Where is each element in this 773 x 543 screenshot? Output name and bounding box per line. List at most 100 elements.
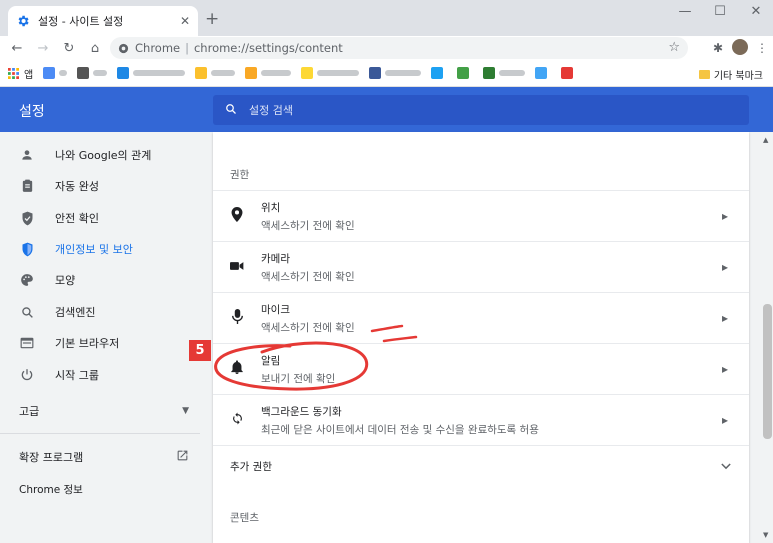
- chevron-right-icon: ▸: [721, 413, 729, 427]
- divider: [0, 433, 200, 434]
- bookmark-item[interactable]: [369, 67, 422, 79]
- settings-search-input[interactable]: 설정 검색: [213, 95, 749, 125]
- tab-settings[interactable]: 설정 - 사이트 설정 ✕: [8, 6, 198, 36]
- bookmarks-bar: 앱 기타 북마크: [0, 60, 773, 87]
- sidebar-advanced-label: 고급: [19, 405, 40, 418]
- bookmark-item[interactable]: [245, 67, 292, 79]
- permission-row-camera[interactable]: 카메라 액세스하기 전에 확인 ▸: [213, 241, 749, 292]
- caret-down-icon: ▼: [182, 406, 189, 416]
- external-link-icon: [176, 449, 189, 465]
- browser-icon: [19, 335, 35, 351]
- forward-arrow-icon[interactable]: →: [30, 41, 56, 56]
- power-icon: [19, 367, 35, 383]
- bookmark-other-folder[interactable]: 기타 북마크: [698, 67, 763, 82]
- chevron-right-icon: ▸: [721, 311, 729, 325]
- row-subtitle: 액세스하기 전에 확인: [261, 270, 355, 283]
- permissions-section-title: 권한: [230, 169, 250, 181]
- chevron-down-icon: [721, 460, 731, 473]
- bookmark-item[interactable]: [195, 67, 236, 79]
- extensions-puzzle-icon[interactable]: ✱: [707, 41, 729, 55]
- search-icon: [19, 304, 35, 320]
- bookmark-apps[interactable]: 앱: [8, 66, 33, 81]
- menu-kebab-icon[interactable]: ⋮: [751, 41, 773, 55]
- sidebar-item-label: 검색엔진: [55, 306, 96, 319]
- sidebar-item-about-chrome[interactable]: Chrome 정보: [19, 479, 83, 499]
- bookmark-item[interactable]: [43, 67, 68, 79]
- site-label: Chrome: [135, 41, 181, 55]
- bookmark-item[interactable]: [535, 67, 551, 79]
- sidebar-item-you-and-google[interactable]: 나와 Google의 관계: [19, 145, 151, 165]
- row-title: 마이크: [261, 303, 290, 316]
- folder-icon: [698, 70, 710, 79]
- sidebar-about-label: Chrome 정보: [19, 483, 83, 496]
- sidebar-item-privacy-security[interactable]: 개인정보 및 보안: [19, 239, 133, 259]
- reload-icon[interactable]: ↻: [56, 41, 82, 56]
- url-text[interactable]: chrome://settings/content: [194, 41, 343, 55]
- bookmark-item[interactable]: [77, 67, 108, 79]
- settings-gear-icon: [18, 15, 29, 27]
- sidebar-advanced-toggle[interactable]: 고급 ▼: [19, 401, 189, 421]
- location-icon: [213, 206, 261, 226]
- row-subtitle: 액세스하기 전에 확인: [261, 219, 355, 232]
- sync-icon: [213, 412, 261, 429]
- more-permissions-toggle[interactable]: 추가 권한: [213, 445, 749, 487]
- sidebar-item-label: 개인정보 및 보안: [55, 243, 133, 256]
- settings-header: 설정 설정 검색: [0, 87, 773, 132]
- permission-row-location[interactable]: 위치 액세스하기 전에 확인 ▸: [213, 190, 749, 241]
- scrollbar-thumb[interactable]: [763, 304, 772, 439]
- permission-row-background-sync[interactable]: 백그라운드 동기화최근에 닫은 사이트에서 데이터 전송 및 수신을 완료하도록…: [213, 394, 749, 445]
- sidebar-item-label: 시작 그룹: [55, 369, 99, 382]
- person-icon: [19, 147, 35, 163]
- sidebar-item-search-engine[interactable]: 검색엔진: [19, 302, 95, 322]
- tab-close-icon[interactable]: ✕: [180, 14, 190, 28]
- scroll-down-arrow-icon[interactable]: ▼: [763, 531, 768, 539]
- bookmark-item[interactable]: [457, 67, 473, 79]
- permission-row-notifications[interactable]: 알림 보내기 전에 확인 ▸: [213, 343, 749, 394]
- sidebar: 나와 Google의 관계 자동 완성 안전 확인 개인정보 및 보안 모양 검…: [0, 132, 200, 543]
- search-placeholder: 설정 검색: [249, 104, 293, 117]
- sidebar-extensions-label: 확장 프로그램: [19, 451, 84, 464]
- maximize-button[interactable]: ☐: [700, 4, 740, 19]
- sidebar-item-label: 모양: [55, 274, 76, 287]
- sidebar-item-appearance[interactable]: 모양: [19, 270, 75, 290]
- sidebar-item-label: 안전 확인: [55, 212, 99, 225]
- step-number-badge: 5: [189, 340, 211, 361]
- bookmark-item[interactable]: [561, 67, 577, 79]
- profile-avatar[interactable]: [729, 38, 751, 58]
- bookmark-apps-label: 앱: [24, 69, 34, 81]
- row-title: 위치: [261, 201, 281, 214]
- content-section-title: 콘텐츠: [230, 512, 259, 524]
- shield-check-icon: [19, 210, 35, 226]
- scroll-up-arrow-icon[interactable]: ▲: [763, 136, 768, 144]
- window-close-button[interactable]: ✕: [736, 4, 773, 19]
- sidebar-item-label: 기본 브라우저: [55, 337, 120, 350]
- back-arrow-icon[interactable]: ←: [4, 41, 30, 56]
- browser-toolbar: ← → ↻ ⌂ Chrome | chrome://settings/conte…: [0, 36, 773, 60]
- url-separator: |: [185, 41, 189, 55]
- row-subtitle: 최근에 닫은 사이트에서 데이터 전송 및 수신을 완료하도록 허용: [261, 423, 539, 436]
- page-title: 설정: [19, 104, 45, 120]
- sidebar-item-autofill[interactable]: 자동 완성: [19, 176, 99, 196]
- new-tab-button[interactable]: +: [205, 9, 219, 29]
- bookmark-star-icon[interactable]: ☆: [668, 40, 680, 55]
- address-bar[interactable]: Chrome | chrome://settings/content ☆: [110, 37, 688, 59]
- sidebar-item-default-browser[interactable]: 기본 브라우저: [19, 333, 119, 353]
- row-subtitle: 보내기 전에 확인: [261, 372, 336, 385]
- sidebar-item-extensions[interactable]: 확장 프로그램: [19, 447, 189, 467]
- sidebar-item-on-startup[interactable]: 시작 그룹: [19, 365, 99, 385]
- row-title: 카메라: [261, 252, 290, 265]
- row-title: 백그라운드 동기화: [261, 405, 342, 418]
- permission-row-microphone[interactable]: 마이크액세스하기 전에 확인 ▸: [213, 292, 749, 343]
- home-icon[interactable]: ⌂: [82, 41, 108, 56]
- more-permissions-label: 추가 권한: [230, 461, 272, 473]
- chrome-site-icon: [118, 43, 129, 53]
- bookmark-item[interactable]: [301, 67, 360, 79]
- row-subtitle: 액세스하기 전에 확인: [261, 321, 355, 334]
- bookmark-item[interactable]: [483, 67, 526, 79]
- search-icon: [225, 103, 237, 118]
- clipboard-icon: [19, 178, 35, 194]
- sidebar-item-safety-check[interactable]: 안전 확인: [19, 208, 99, 228]
- bookmark-item[interactable]: [431, 67, 447, 79]
- minimize-button[interactable]: —: [665, 4, 705, 19]
- bookmark-item[interactable]: [117, 67, 186, 79]
